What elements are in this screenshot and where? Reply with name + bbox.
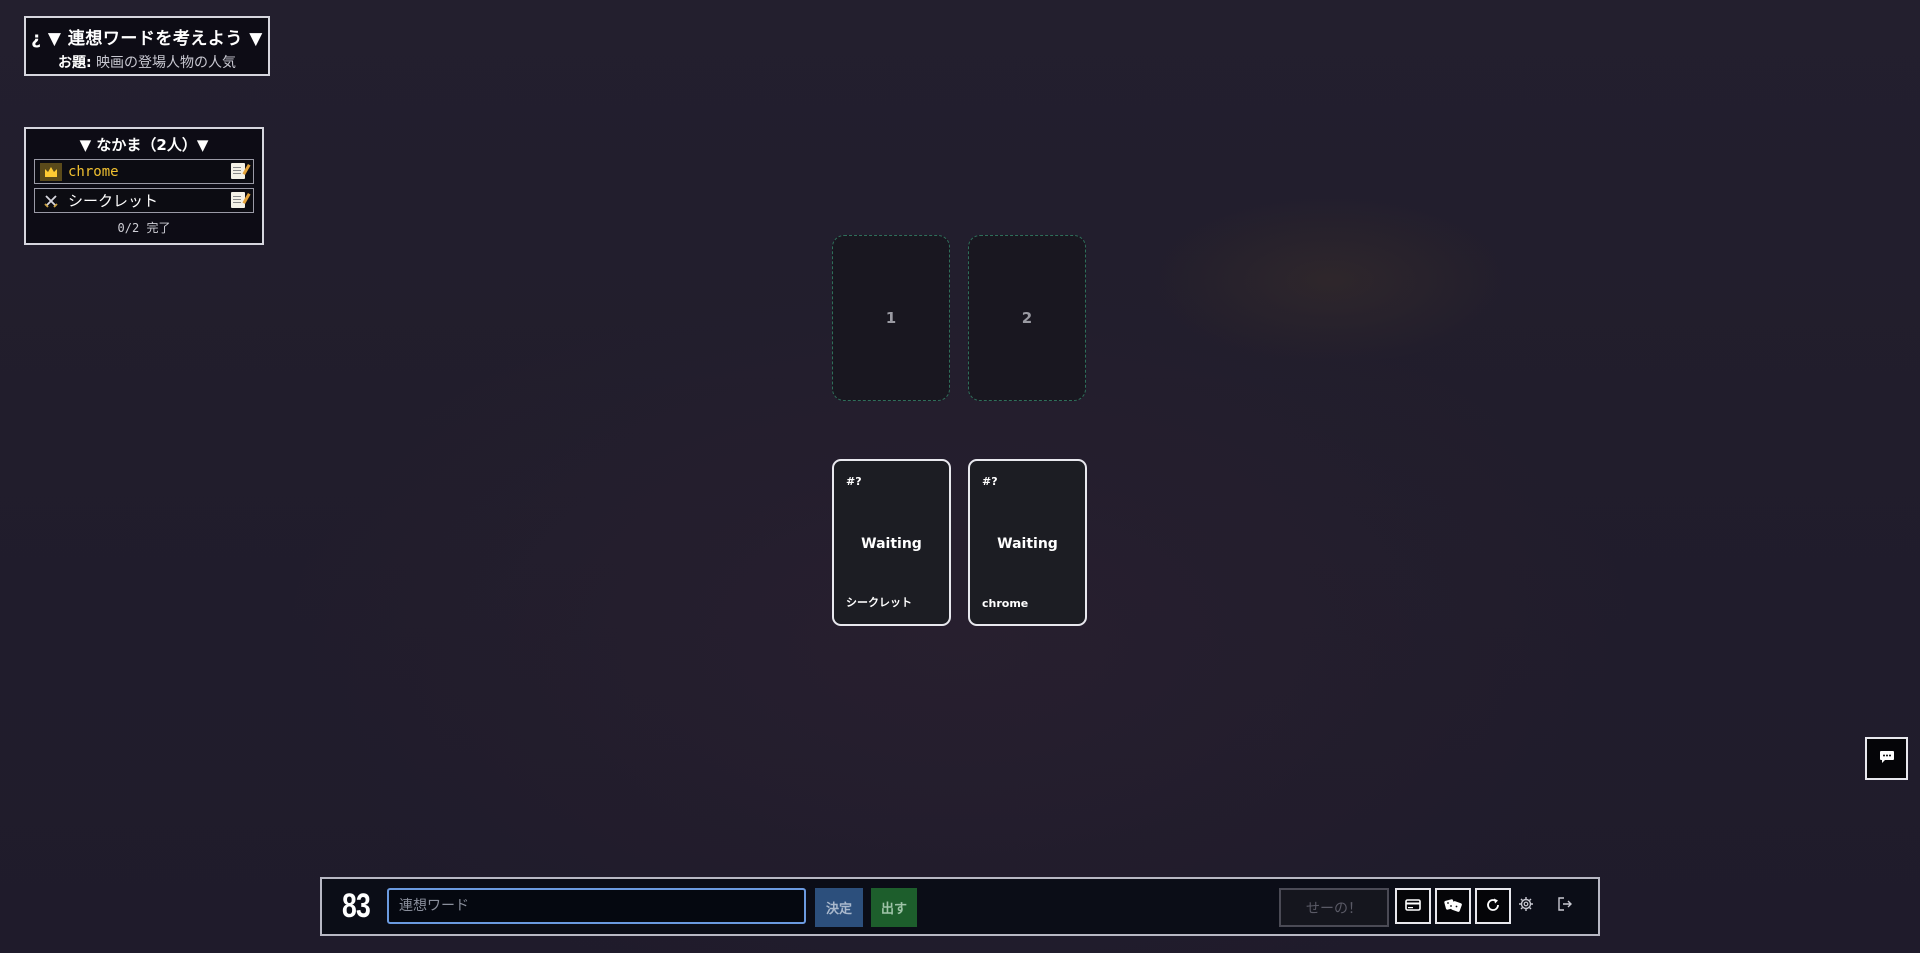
player-card-chrome[interactable]: #? Waiting chrome [968,459,1087,626]
card-state: Waiting [861,536,922,552]
memo-icon [231,163,245,179]
bottom-action-bar: 83 決定 出す せーの！ [320,877,1600,936]
card-number: #? [982,475,998,488]
player-card-secret[interactable]: #? Waiting シークレット [832,459,951,626]
topic-value: 映画の登場人物の人気 [96,55,237,71]
party-member-secret[interactable]: シークレット [34,188,254,213]
card-slot-1[interactable]: 1 [832,235,950,401]
reload-button[interactable] [1475,888,1511,924]
slot-number: 1 [885,309,897,327]
association-word-input[interactable] [387,888,806,924]
settings-button[interactable] [1513,893,1539,919]
gear-icon [1518,896,1534,916]
reveal-together-button[interactable]: せーの！ [1279,888,1389,927]
member-name: chrome [68,163,119,180]
party-title: ▼ なかま（2人）▼ [79,136,209,154]
card-state: Waiting [997,536,1058,552]
dice-icon [1444,897,1462,916]
dice-button[interactable] [1435,888,1471,924]
card-icon [1405,898,1421,914]
memo-icon [231,192,245,208]
logout-icon [1557,896,1573,916]
member-name: シークレット [68,192,159,210]
slot-number: 2 [1021,309,1033,327]
card-owner: chrome [982,597,1029,610]
party-panel: ▼ なかま（2人）▼ chrome シークレット 0/2 完了 [24,127,264,245]
card-button[interactable] [1395,888,1431,924]
chat-bubble-icon [1879,749,1895,768]
completion-status: 0/2 完了 [117,221,171,235]
play-card-button[interactable]: 出す [871,888,917,927]
decide-button[interactable]: 決定 [815,888,863,927]
leave-room-button[interactable] [1552,893,1578,919]
chat-button[interactable] [1865,737,1908,780]
topic-panel: ¿ ▼ 連想ワードを考えよう ▼ お題: 映画の登場人物の人気 [24,16,270,76]
phase-title: ¿ ▼ 連想ワードを考えよう ▼ [31,29,263,49]
party-member-chrome[interactable]: chrome [34,159,254,184]
reload-icon [1485,897,1501,916]
countdown-timer: 83 [342,887,371,925]
card-slot-2[interactable]: 2 [968,235,1086,401]
crossed-swords-icon [40,192,62,210]
topic-label: お題: [57,55,92,71]
crown-icon [40,162,62,181]
topic-line: お題: 映画の登場人物の人気 [26,52,268,72]
card-number: #? [846,475,862,488]
card-owner: シークレット [846,596,912,609]
